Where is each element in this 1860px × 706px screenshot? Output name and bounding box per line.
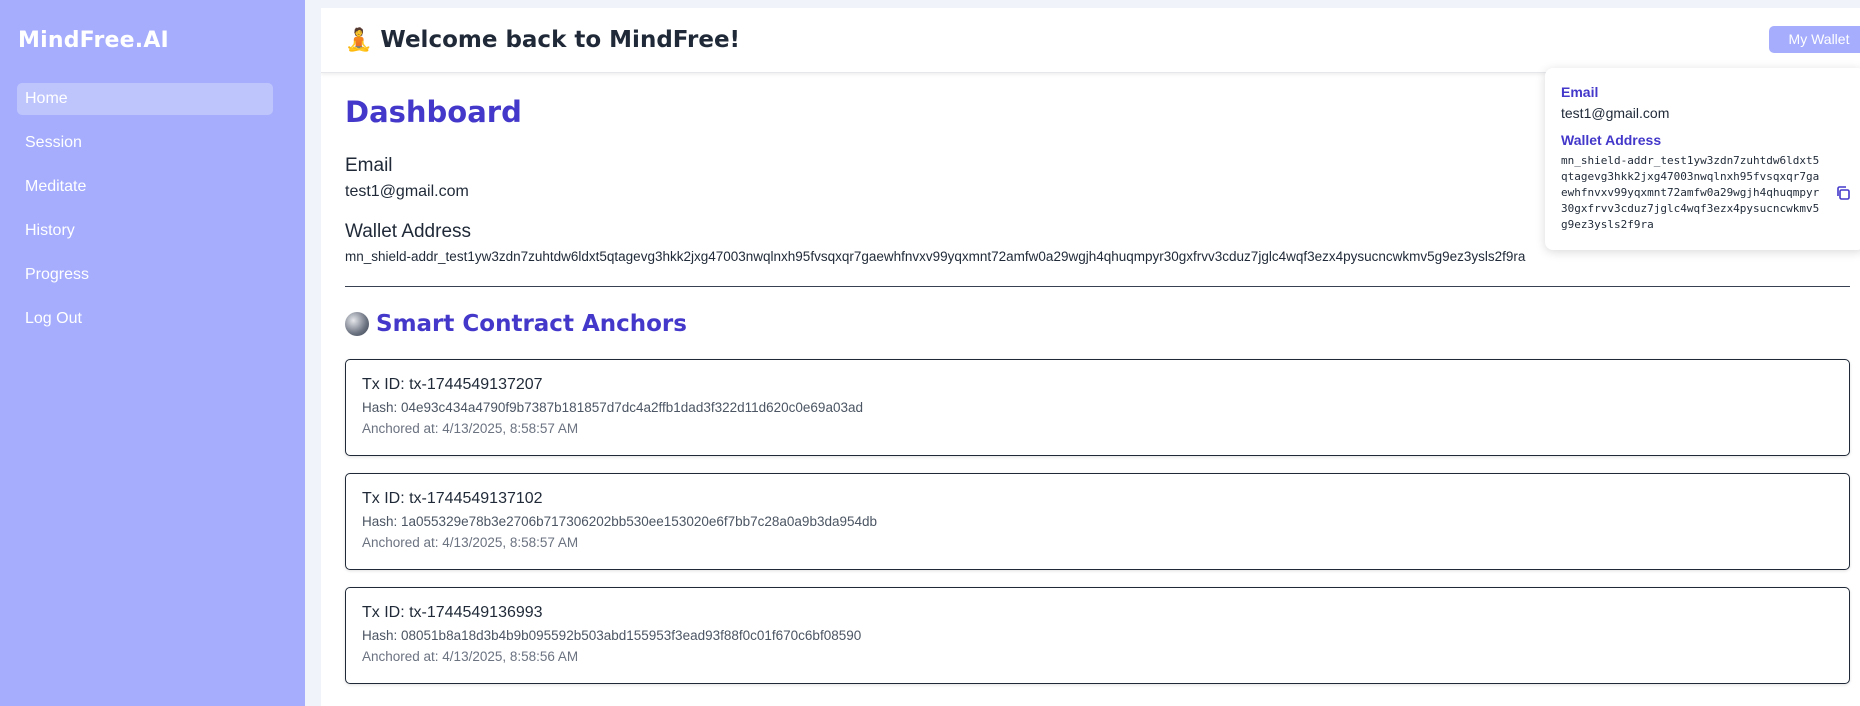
tx-card: Tx ID: tx-1744549136993 Hash: 08051b8a18… bbox=[345, 587, 1850, 684]
sidebar: MindFree.AI Home Session Meditate Histor… bbox=[0, 0, 305, 706]
tx-anchored-time: Anchored at: 4/13/2025, 8:58:56 AM bbox=[362, 649, 579, 664]
meditate-icon: 🧘 bbox=[345, 27, 373, 53]
tx-hash: Hash: 08051b8a18d3b4b9b095592b503abd1559… bbox=[362, 628, 862, 643]
welcome-title: 🧘 Welcome back to MindFree! bbox=[345, 27, 740, 53]
divider bbox=[345, 286, 1850, 287]
popover-wallet-label: Wallet Address bbox=[1561, 132, 1662, 148]
tx-card: Tx ID: tx-1744549137102 Hash: 1a055329e7… bbox=[345, 473, 1850, 570]
popover-wallet-address[interactable]: mn_shield-addr_test1yw3zdn7zuhtdw6ldxt5q… bbox=[1561, 153, 1821, 233]
copy-icon[interactable] bbox=[1835, 185, 1851, 201]
globe-icon bbox=[345, 312, 369, 336]
wallet-popover: Email test1@gmail.com Wallet Address mn_… bbox=[1545, 68, 1860, 250]
sidebar-item-home[interactable]: Home bbox=[17, 83, 273, 115]
brand-logo[interactable]: MindFree.AI bbox=[18, 28, 288, 53]
sidebar-item-logout[interactable]: Log Out bbox=[17, 303, 273, 335]
tx-id: Tx ID: tx-1744549136993 bbox=[362, 604, 543, 621]
my-wallet-button[interactable]: My Wallet bbox=[1769, 26, 1860, 53]
tx-card: Tx ID: tx-1744549137207 Hash: 04e93c434a… bbox=[345, 359, 1850, 456]
tx-anchored-time: Anchored at: 4/13/2025, 8:58:57 AM bbox=[362, 535, 579, 550]
welcome-text: Welcome back to MindFree! bbox=[380, 27, 741, 53]
tx-anchored-time: Anchored at: 4/13/2025, 8:58:57 AM bbox=[362, 421, 579, 436]
sidebar-item-history[interactable]: History bbox=[17, 215, 273, 247]
top-bar: 🧘 Welcome back to MindFree! My Wallet bbox=[321, 8, 1860, 73]
popover-email-value: test1@gmail.com bbox=[1561, 105, 1670, 121]
wallet-address-value: mn_shield-addr_test1yw3zdn7zuhtdw6ldxt5q… bbox=[345, 249, 1526, 264]
tx-id: Tx ID: tx-1744549137207 bbox=[362, 376, 543, 393]
sidebar-item-session[interactable]: Session bbox=[17, 127, 273, 159]
sidebar-item-meditate[interactable]: Meditate bbox=[17, 171, 273, 203]
tx-hash: Hash: 04e93c434a4790f9b7387b181857d7dc4a… bbox=[362, 400, 863, 415]
popover-email-label: Email bbox=[1561, 84, 1599, 100]
anchors-heading: Smart Contract Anchors bbox=[345, 311, 1836, 337]
anchors-title: Smart Contract Anchors bbox=[376, 311, 687, 337]
tx-id: Tx ID: tx-1744549137102 bbox=[362, 490, 543, 507]
tx-hash: Hash: 1a055329e78b3e2706b717306202bb530e… bbox=[362, 514, 878, 529]
sidebar-item-progress[interactable]: Progress bbox=[17, 259, 273, 291]
